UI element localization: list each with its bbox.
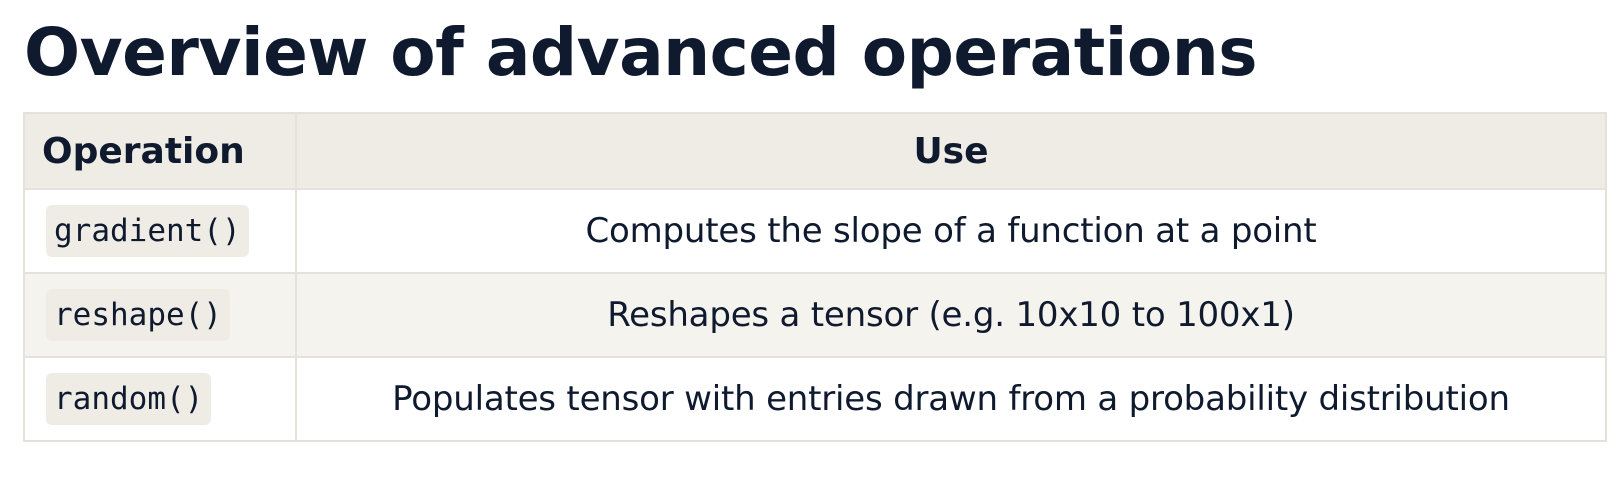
operation-cell: reshape() xyxy=(23,272,297,358)
table-row: reshape() Reshapes a tensor (e.g. 10x10 … xyxy=(23,272,1607,358)
use-cell: Populates tensor with entries drawn from… xyxy=(295,356,1607,442)
table-row: gradient() Computes the slope of a funct… xyxy=(23,188,1607,274)
operations-table: Operation Use gradient() Computes the sl… xyxy=(23,112,1607,442)
operations-table-container: Operation Use gradient() Computes the sl… xyxy=(23,112,1607,442)
operation-code: reshape() xyxy=(46,289,230,341)
slide: Overview of advanced operations Operatio… xyxy=(0,0,1618,492)
table-header-row: Operation Use xyxy=(23,112,1607,190)
operation-code: random() xyxy=(46,373,212,425)
operation-code: gradient() xyxy=(46,205,249,257)
table-row: random() Populates tensor with entries d… xyxy=(23,356,1607,442)
use-cell: Computes the slope of a function at a po… xyxy=(295,188,1607,274)
operation-cell: gradient() xyxy=(23,188,297,274)
operation-cell: random() xyxy=(23,356,297,442)
use-cell: Reshapes a tensor (e.g. 10x10 to 100x1) xyxy=(295,272,1607,358)
column-header-operation: Operation xyxy=(23,112,297,190)
column-header-use: Use xyxy=(295,112,1607,190)
table-header: Operation Use xyxy=(23,112,1607,190)
table-body: gradient() Computes the slope of a funct… xyxy=(23,188,1607,442)
page-title: Overview of advanced operations xyxy=(24,14,1258,91)
